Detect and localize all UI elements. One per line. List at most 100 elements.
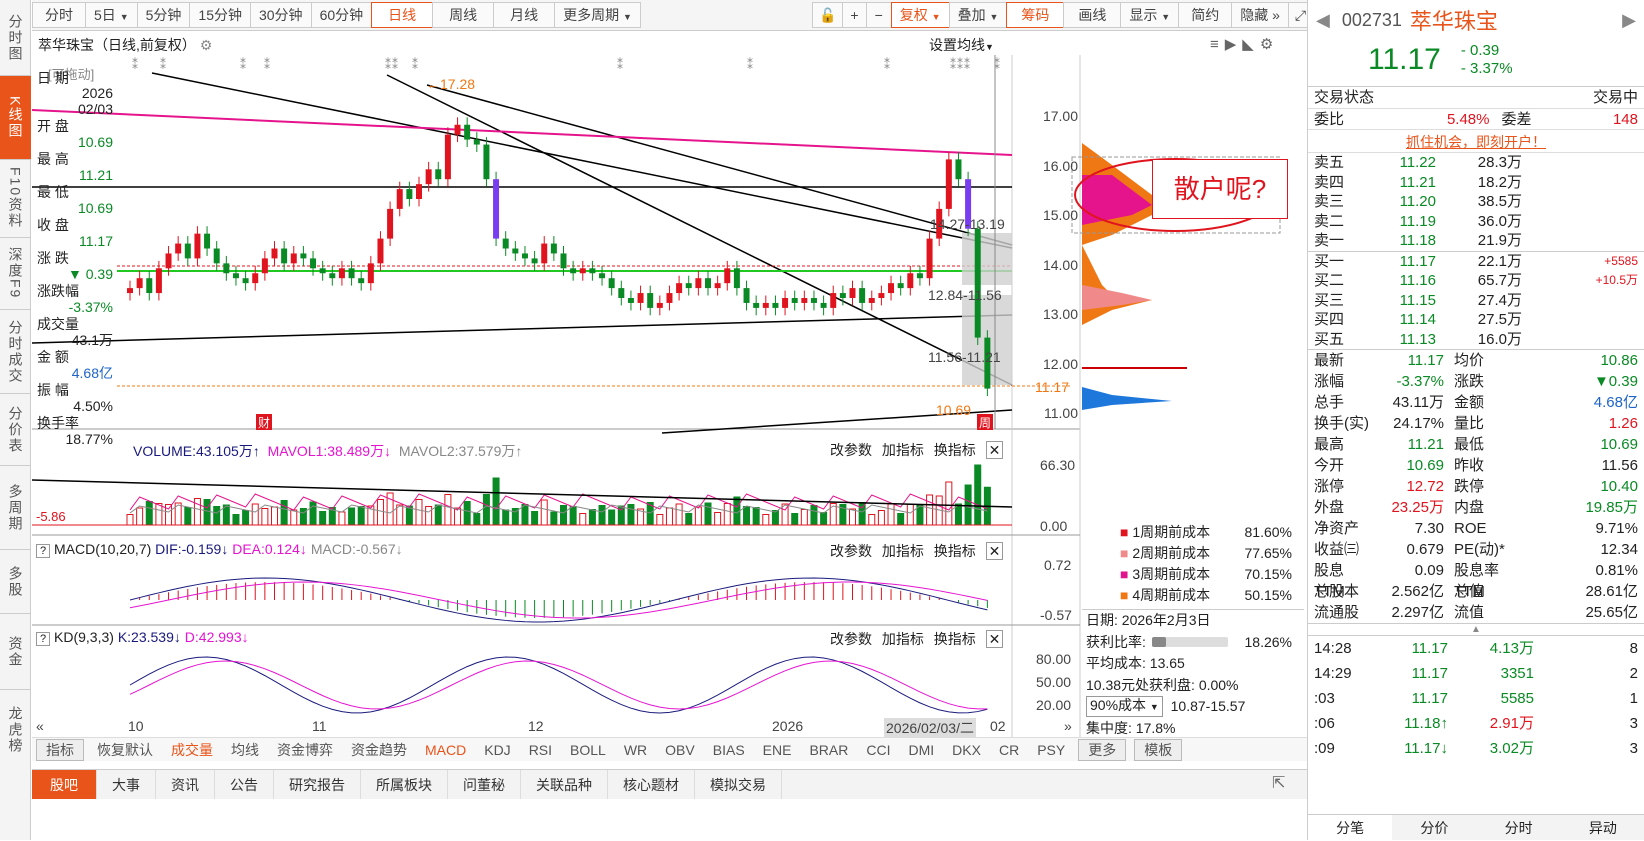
indicator-2[interactable]: 成交量: [162, 740, 222, 760]
period-weekly[interactable]: 周线: [432, 2, 495, 28]
bottom-tab-8[interactable]: 核心题材: [608, 770, 695, 799]
bottom-tab-7[interactable]: 关联品种: [521, 770, 608, 799]
indicator-11[interactable]: OBV: [656, 742, 704, 758]
gear-icon[interactable]: ⚙: [200, 37, 213, 53]
period-60min[interactable]: 60分钟: [310, 2, 373, 28]
bottom-tab-3[interactable]: 公告: [215, 770, 274, 799]
help-icon[interactable]: ?: [36, 632, 51, 646]
chip-tool-icons[interactable]: ≡▶◣⚙: [1210, 35, 1279, 53]
speech-annotation[interactable]: 散户呢?: [1152, 159, 1288, 219]
set-ma-button[interactable]: 设置均线▼: [929, 35, 994, 55]
event-marker-icon[interactable]: ⁑: [385, 57, 391, 72]
close-icon[interactable]: ✕: [985, 630, 1004, 648]
indicator-5[interactable]: 资金趋势: [342, 740, 416, 760]
event-marker-icon[interactable]: ⁑: [240, 57, 246, 72]
next-stock-icon[interactable]: ▶: [1622, 10, 1636, 31]
help-icon[interactable]: ?: [36, 544, 51, 558]
event-marker-icon[interactable]: ⁑: [957, 57, 963, 72]
indicator-0[interactable]: 指标: [36, 738, 84, 761]
event-marker-icon[interactable]: ⁑: [884, 57, 890, 72]
scroll-right-icon[interactable]: »: [1064, 718, 1072, 734]
indicator-8[interactable]: RSI: [520, 742, 561, 758]
indicator-6[interactable]: MACD: [416, 742, 475, 758]
indicator-4[interactable]: 资金博弈: [268, 740, 342, 760]
indicator-17[interactable]: DKX: [943, 742, 990, 758]
nav-kline[interactable]: K线图: [0, 76, 31, 160]
prev-stock-icon[interactable]: ◀: [1316, 10, 1330, 31]
edit-params-button[interactable]: 改参数: [830, 631, 872, 647]
switch-indicator-button[interactable]: 换指标: [934, 442, 976, 458]
event-marker-icon[interactable]: ⁑: [132, 57, 138, 72]
event-marker-icon[interactable]: ⁑: [950, 57, 956, 72]
quote-tab-3[interactable]: 异动: [1561, 815, 1644, 840]
draw-button[interactable]: 画线: [1063, 2, 1122, 28]
cost-select[interactable]: 90%成本 ▼: [1086, 696, 1163, 718]
display-button[interactable]: 显示 ▼: [1120, 2, 1180, 28]
indicator-19[interactable]: PSY: [1028, 742, 1074, 758]
add-indicator-button[interactable]: 加指标: [882, 442, 924, 458]
period-monthly[interactable]: 月线: [493, 2, 556, 28]
indicator-20[interactable]: 更多: [1078, 738, 1127, 761]
period-daily[interactable]: 日线: [371, 2, 434, 28]
bottom-tab-4[interactable]: 研究报告: [274, 770, 361, 799]
lock-icon[interactable]: 🔓: [811, 2, 844, 28]
bottom-tab-2[interactable]: 资讯: [156, 770, 215, 799]
indicator-1[interactable]: 恢复默认: [88, 740, 162, 760]
close-icon[interactable]: ✕: [985, 441, 1004, 459]
event-marker-icon[interactable]: ⁑: [747, 57, 753, 72]
quote-tab-0[interactable]: 分笔: [1308, 815, 1393, 840]
adjust-button[interactable]: 复权 ▼: [890, 2, 950, 28]
bottom-tab-0[interactable]: 股吧: [32, 770, 97, 799]
indicator-13[interactable]: ENE: [754, 742, 801, 758]
indicator-10[interactable]: WR: [615, 742, 656, 758]
edit-params-button[interactable]: 改参数: [830, 442, 872, 458]
nav-timeshare[interactable]: 分时图: [0, 0, 31, 76]
indicator-14[interactable]: BRAR: [800, 742, 857, 758]
nav-multi-period[interactable]: 多周期: [0, 466, 31, 550]
expand-icon[interactable]: ⇱: [1272, 773, 1285, 793]
overlay-button[interactable]: 叠加 ▼: [948, 2, 1008, 28]
zoom-out-icon[interactable]: −: [865, 2, 892, 28]
nav-funds[interactable]: 资金: [0, 614, 31, 690]
event-marker-icon[interactable]: ⁑: [994, 57, 1000, 72]
add-indicator-button[interactable]: 加指标: [882, 543, 924, 559]
chips-button[interactable]: 筹码: [1006, 2, 1065, 28]
nav-ticks[interactable]: 分时成交: [0, 310, 31, 394]
indicator-18[interactable]: CR: [990, 742, 1028, 758]
close-icon[interactable]: ✕: [985, 542, 1004, 560]
nav-dragon-tiger[interactable]: 龙虎榜: [0, 690, 31, 770]
period-5min[interactable]: 5分钟: [136, 2, 191, 28]
period-timeshare[interactable]: 分时: [32, 2, 86, 28]
hide-button[interactable]: 隐藏 »: [1231, 2, 1289, 28]
event-marker-icon[interactable]: ⁑: [964, 57, 970, 72]
nav-depth[interactable]: 深度F9: [0, 238, 31, 310]
switch-indicator-button[interactable]: 换指标: [934, 543, 976, 559]
period-5day[interactable]: 5日 ▼: [85, 2, 138, 28]
scroll-left-icon[interactable]: «: [36, 718, 44, 734]
switch-indicator-button[interactable]: 换指标: [934, 631, 976, 647]
nav-price-table[interactable]: 分价表: [0, 394, 31, 466]
period-30min[interactable]: 30分钟: [249, 2, 312, 28]
indicator-21[interactable]: 模板: [1134, 738, 1183, 761]
indicator-16[interactable]: DMI: [899, 742, 943, 758]
bottom-tab-1[interactable]: 大事: [97, 770, 156, 799]
nav-multi-stock[interactable]: 多股: [0, 550, 31, 614]
indicator-9[interactable]: BOLL: [561, 742, 615, 758]
zoom-in-icon[interactable]: +: [842, 2, 867, 28]
event-marker-icon[interactable]: ⁑: [617, 57, 623, 72]
bottom-tab-5[interactable]: 所属板块: [361, 770, 448, 799]
period-15min[interactable]: 15分钟: [189, 2, 251, 28]
indicator-15[interactable]: CCI: [857, 742, 899, 758]
indicator-12[interactable]: BIAS: [704, 742, 754, 758]
simple-button[interactable]: 简约: [1178, 2, 1233, 28]
edit-params-button[interactable]: 改参数: [830, 543, 872, 559]
quote-tab-2[interactable]: 分时: [1477, 815, 1561, 840]
bottom-tab-6[interactable]: 问董秘: [448, 770, 521, 799]
bottom-tab-9[interactable]: 模拟交易: [695, 770, 782, 799]
quote-tab-1[interactable]: 分价: [1392, 815, 1476, 840]
indicator-3[interactable]: 均线: [222, 740, 268, 760]
nav-f10[interactable]: F10资料: [0, 160, 31, 238]
event-marker-icon[interactable]: ⁑: [412, 57, 418, 72]
add-indicator-button[interactable]: 加指标: [882, 631, 924, 647]
period-more[interactable]: 更多周期 ▼: [554, 2, 641, 28]
